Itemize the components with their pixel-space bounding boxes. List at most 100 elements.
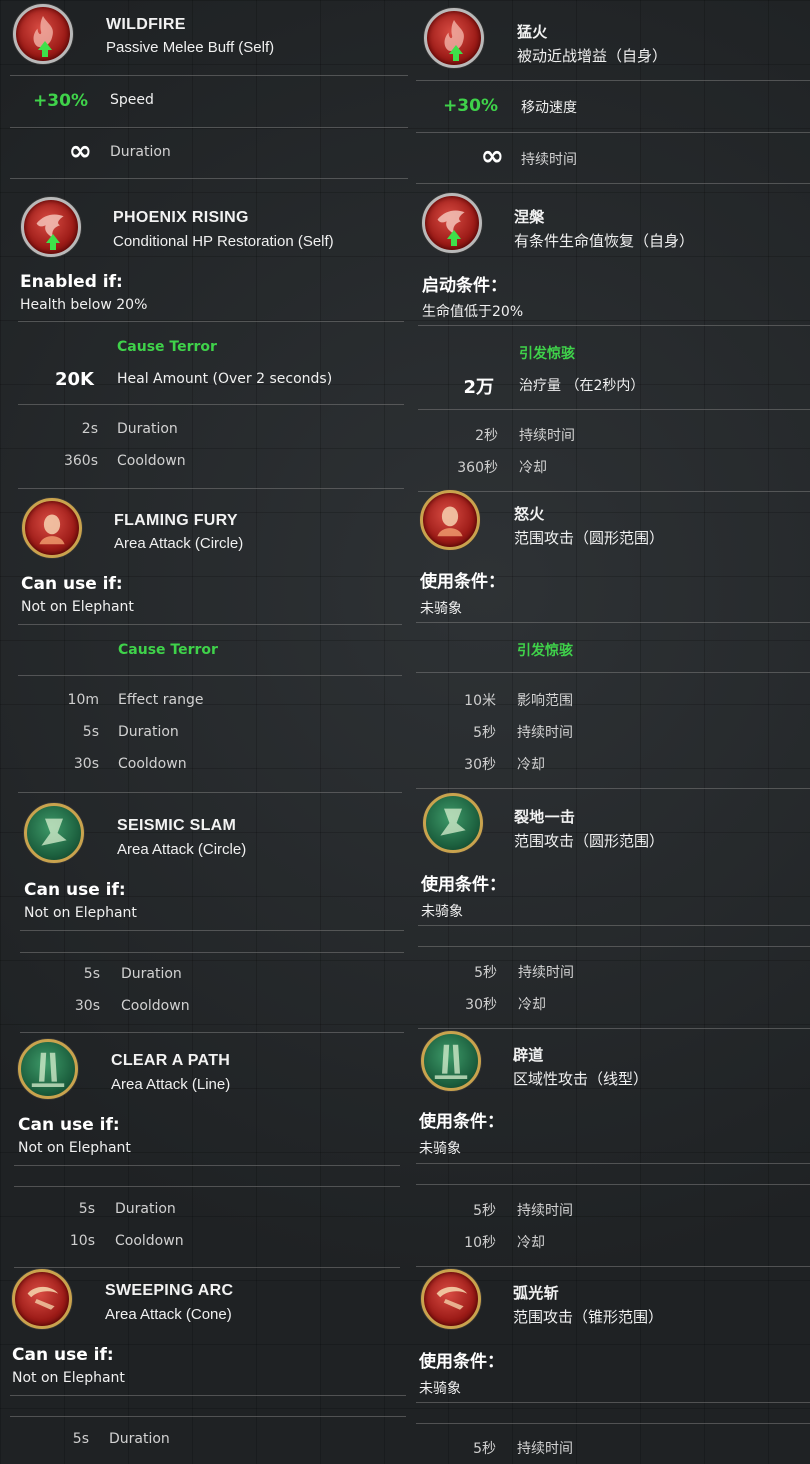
- flaming-fury-icon[interactable]: [420, 490, 480, 550]
- divider: [10, 1416, 406, 1417]
- sweeping-arc-icon[interactable]: [421, 1269, 481, 1329]
- clear-a-path-icon[interactable]: [421, 1031, 481, 1091]
- cooldown-value: 360秒: [457, 460, 498, 476]
- ability-title: PHOENIX RISING: [113, 209, 249, 226]
- ability-subtitle: Area Attack (Circle): [114, 535, 244, 552]
- condition-label: Can use if:: [12, 1345, 114, 1365]
- condition-value: 未骑象: [419, 1141, 461, 1157]
- cooldown-value: 30秒: [464, 757, 496, 773]
- duration-value: 5s: [72, 1431, 89, 1447]
- divider: [18, 675, 402, 676]
- heal-amount-value: 20K: [55, 369, 94, 390]
- ability-subtitle: 范围攻击（圆形范围）: [514, 833, 665, 850]
- sweeping-arc-icon[interactable]: [12, 1269, 72, 1329]
- duration-label: Duration: [109, 1431, 170, 1447]
- divider: [20, 952, 404, 953]
- ability-subtitle: 有条件生命值恢复（自身）: [514, 233, 695, 250]
- duration-value: 2s: [81, 421, 98, 437]
- flaming-fury-icon[interactable]: [22, 498, 82, 558]
- divider: [418, 946, 810, 947]
- cooldown-label: Cooldown: [115, 1233, 184, 1249]
- phoenix-icon[interactable]: [21, 197, 81, 257]
- ability-subtitle: 被动近战增益（自身）: [517, 48, 668, 65]
- cooldown-value: 10s: [69, 1233, 95, 1249]
- heal-amount-value: 2万: [463, 377, 494, 398]
- ability-panel-chinese: 猛火 被动近战增益（自身） +30% 移动速度 ∞ 持续时间 涅槃 有条件生命值…: [410, 0, 810, 1464]
- divider: [416, 788, 810, 789]
- duration-value: 5s: [82, 724, 99, 740]
- divider: [418, 325, 810, 326]
- cause-terror-tag: Cause Terror: [118, 642, 218, 658]
- ability-title: FLAMING FURY: [114, 512, 238, 529]
- infinity-value: ∞: [480, 139, 504, 172]
- duration-value: 2秒: [475, 428, 498, 444]
- divider: [18, 488, 404, 489]
- cooldown-value: 30秒: [465, 997, 497, 1013]
- phoenix-icon[interactable]: [422, 193, 482, 253]
- cooldown-label: 冷却: [517, 757, 545, 773]
- divider: [10, 127, 408, 128]
- divider: [418, 925, 810, 926]
- ability-panel-english: WILDFIRE Passive Melee Buff (Self) +30% …: [0, 0, 410, 1464]
- ability-title: 怒火: [514, 506, 545, 523]
- effect-range-label: 影响范围: [517, 693, 573, 709]
- duration-value: 5秒: [473, 1441, 496, 1457]
- seismic-slam-icon[interactable]: [24, 803, 84, 863]
- clear-a-path-icon[interactable]: [18, 1039, 78, 1099]
- duration-value: 5s: [78, 1201, 95, 1217]
- speed-value: +30%: [443, 96, 498, 116]
- buff-up-arrow-icon: [38, 41, 52, 57]
- condition-label: 启动条件：: [422, 276, 507, 296]
- condition-value: 未骑象: [421, 904, 463, 920]
- divider: [20, 930, 404, 931]
- cooldown-value: 30s: [73, 756, 99, 772]
- duration-value: 5s: [83, 966, 100, 982]
- ability-subtitle: Conditional HP Restoration (Self): [113, 233, 334, 250]
- speed-label: Speed: [110, 92, 154, 108]
- cooldown-value: 30s: [74, 998, 100, 1014]
- cooldown-label: Cooldown: [121, 998, 190, 1014]
- effect-range-label: Effect range: [118, 692, 204, 708]
- ability-subtitle: Area Attack (Line): [111, 1076, 231, 1093]
- effect-range-value: 10m: [67, 692, 99, 708]
- duration-label: 持续时间: [517, 1441, 573, 1457]
- condition-value: Not on Elephant: [21, 599, 134, 615]
- ability-subtitle: Area Attack (Circle): [117, 841, 247, 858]
- divider: [416, 1402, 810, 1403]
- condition-label: 使用条件：: [419, 1352, 504, 1372]
- buff-up-arrow-icon: [447, 230, 461, 246]
- buff-up-arrow-icon: [46, 234, 60, 250]
- condition-value: 生命值低于20%: [422, 304, 524, 320]
- divider: [20, 1032, 404, 1033]
- condition-value: Not on Elephant: [24, 905, 137, 921]
- condition-label: Can use if:: [18, 1115, 120, 1135]
- condition-label: Enabled if:: [20, 272, 123, 292]
- condition-label: Can use if:: [24, 880, 126, 900]
- ability-title: SEISMIC SLAM: [117, 817, 237, 834]
- ability-subtitle: Passive Melee Buff (Self): [106, 39, 275, 56]
- fire-buff-icon[interactable]: [424, 8, 484, 68]
- fire-buff-icon[interactable]: [13, 4, 73, 64]
- divider: [416, 80, 810, 81]
- duration-label: 持续时间: [517, 725, 573, 741]
- speed-label: 移动速度: [521, 100, 577, 116]
- ability-subtitle: 范围攻击（圆形范围）: [514, 530, 665, 547]
- divider: [416, 1423, 810, 1424]
- speed-value: +30%: [33, 91, 88, 111]
- cooldown-label: 冷却: [518, 997, 546, 1013]
- divider: [10, 1395, 406, 1396]
- divider: [18, 404, 404, 405]
- condition-value: Not on Elephant: [18, 1140, 131, 1156]
- divider: [18, 792, 402, 793]
- duration-label: Duration: [121, 966, 182, 982]
- divider: [14, 1186, 400, 1187]
- condition-value: Health below 20%: [20, 297, 148, 313]
- divider: [418, 491, 810, 492]
- cause-terror-tag: 引发惊骇: [519, 346, 575, 362]
- condition-label: Can use if:: [21, 574, 123, 594]
- duration-value: 5秒: [473, 725, 496, 741]
- divider: [418, 409, 810, 410]
- seismic-slam-icon[interactable]: [423, 793, 483, 853]
- cooldown-value: 10秒: [464, 1235, 496, 1251]
- heal-amount-label: Heal Amount (Over 2 seconds): [117, 371, 333, 387]
